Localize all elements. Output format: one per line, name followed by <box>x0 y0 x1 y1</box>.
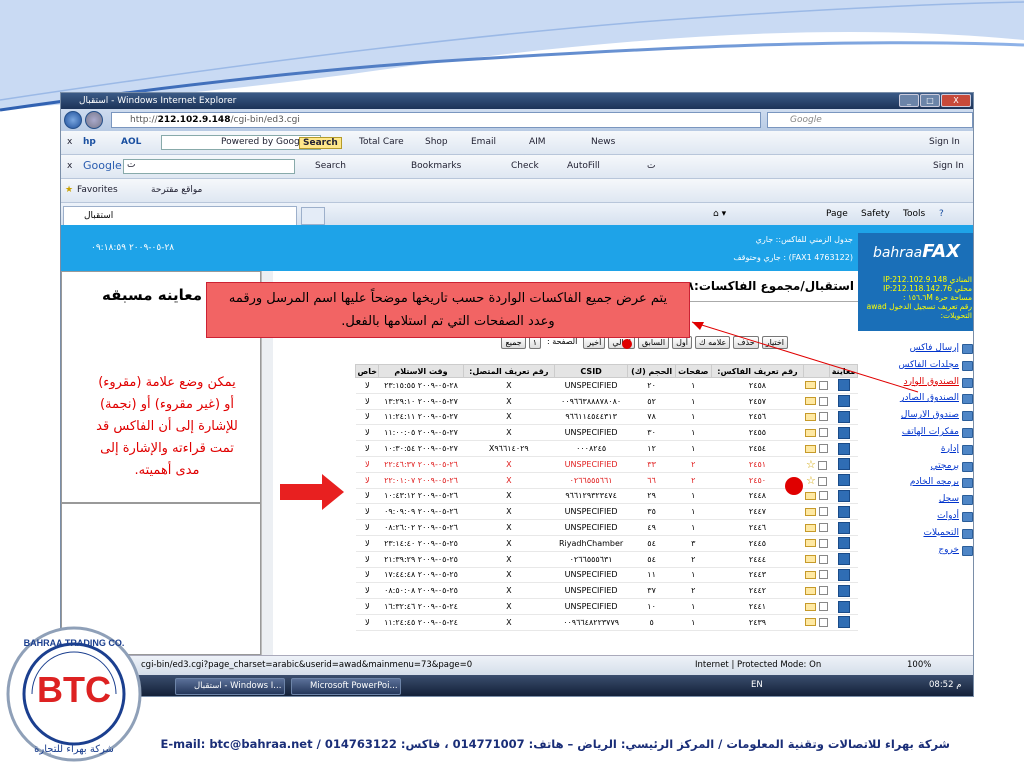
small-dot-icon <box>622 339 632 349</box>
red-dot-icon <box>785 477 803 495</box>
red-arrow-icon <box>280 474 344 510</box>
svg-text:BTC: BTC <box>37 669 111 710</box>
btc-logo: BTC BAHRAA TRADING CO. شركة بهراء للتجار… <box>6 626 142 762</box>
svg-text:شركة بهراء للتجارة: شركة بهراء للتجارة <box>34 744 114 755</box>
pointer-head-icon <box>692 322 704 330</box>
annotation-overlay <box>280 321 919 510</box>
pointer-line <box>691 321 919 393</box>
svg-text:BAHRAA TRADING CO.: BAHRAA TRADING CO. <box>24 638 125 648</box>
footer-contact: شركة بهراء للاتصالات وتقنية المعلومات / … <box>160 737 950 751</box>
